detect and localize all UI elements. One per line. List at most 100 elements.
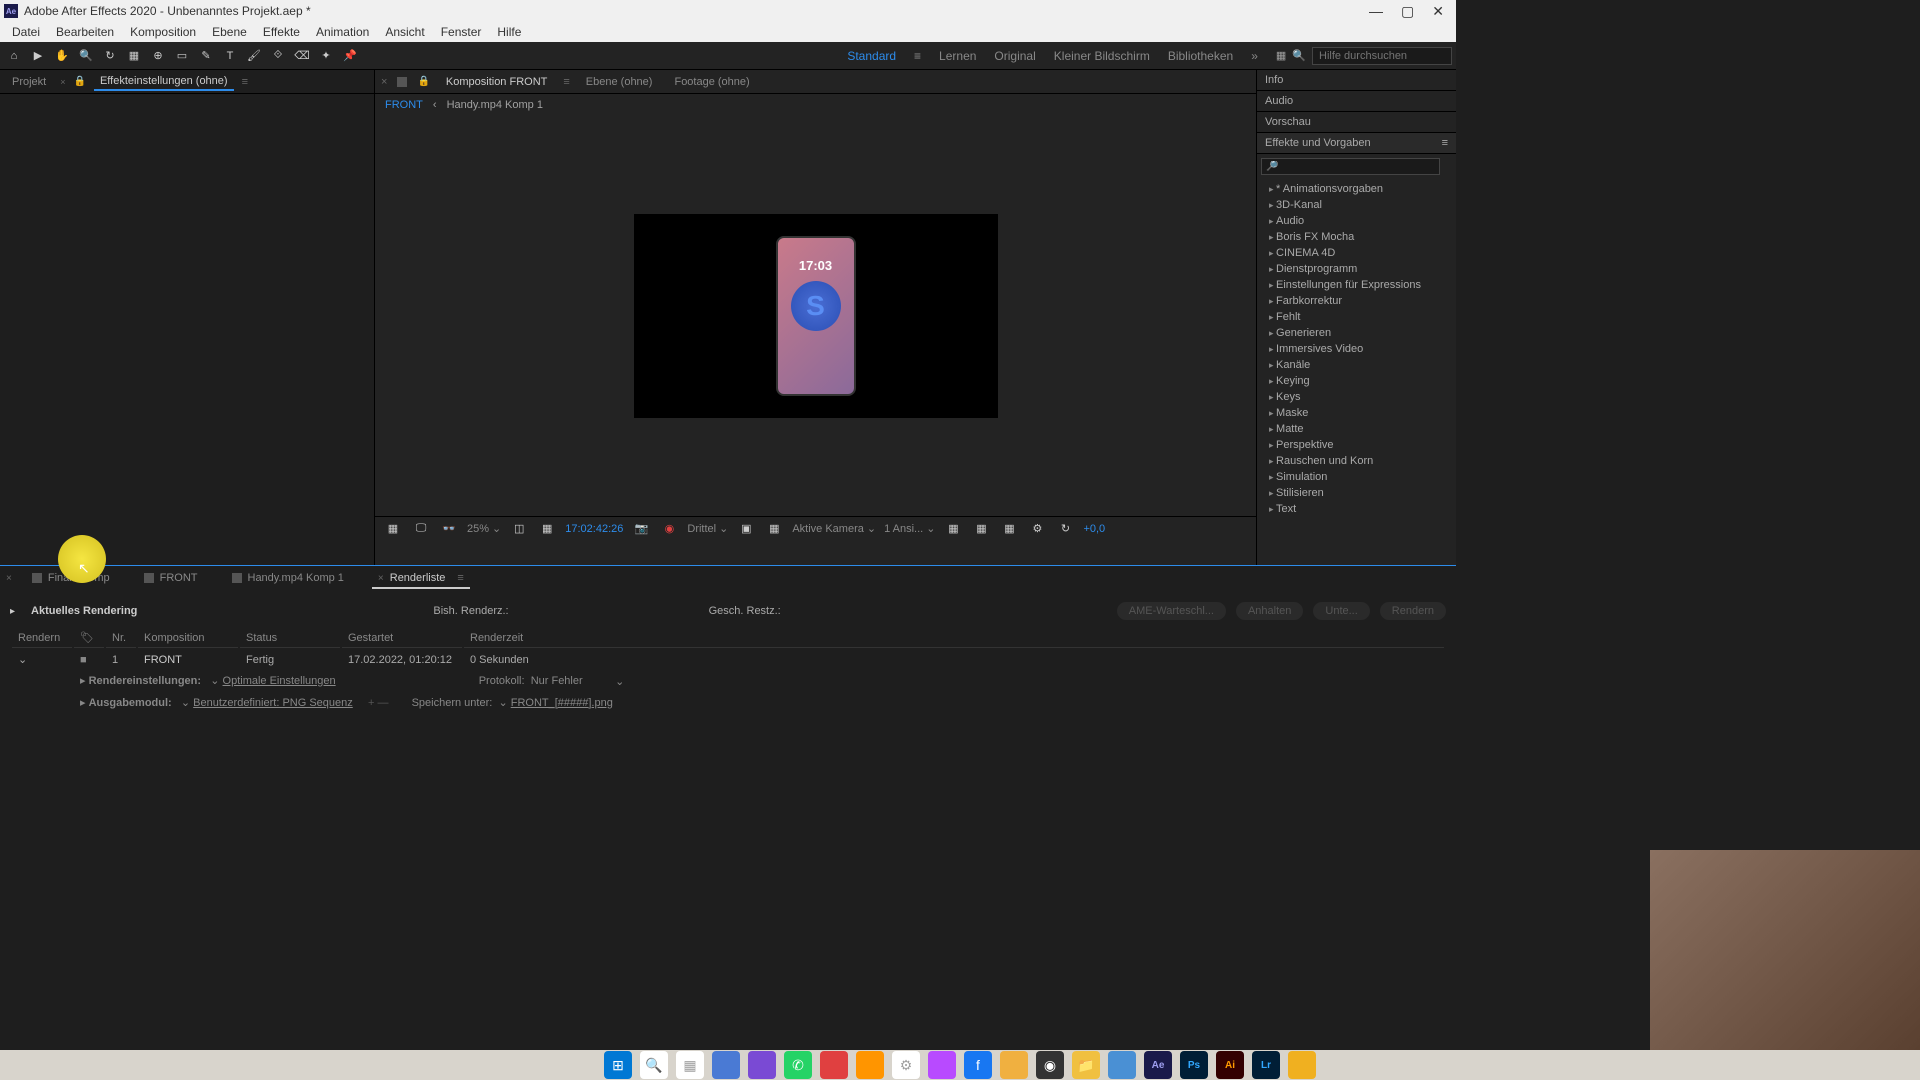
comp-tab-front[interactable]: Komposition FRONT <box>440 74 553 90</box>
render-settings-value[interactable]: Optimale Einstellungen <box>223 675 336 687</box>
project-tab-close-icon[interactable]: × <box>60 77 65 87</box>
tab-handy[interactable]: Handy.mp4 Komp 1 <box>218 570 358 586</box>
tab-menu-icon[interactable]: ≡ <box>457 572 463 584</box>
workspace-original[interactable]: Original <box>994 49 1035 63</box>
timecode[interactable]: 17:02:42:26 <box>565 523 623 535</box>
expand-output-icon[interactable]: ▸ <box>80 697 86 709</box>
camera-dropdown[interactable]: Aktive Kamera ⌄ <box>792 522 876 535</box>
exposure-value[interactable]: +0,0 <box>1083 523 1105 535</box>
camera-tool-icon[interactable]: ▦ <box>124 46 144 66</box>
app-icon[interactable] <box>1108 1051 1136 1079</box>
zoom-tool-icon[interactable]: 🔍 <box>76 46 96 66</box>
views-dropdown[interactable]: 1 Ansi... ⌄ <box>884 522 935 535</box>
snapshot-icon[interactable]: 📷 <box>631 519 651 539</box>
effect-category[interactable]: Keys <box>1265 389 1448 405</box>
alpha-icon[interactable]: ▦ <box>383 519 403 539</box>
menu-bearbeiten[interactable]: Bearbeiten <box>48 25 122 39</box>
grid-icon[interactable]: ▦ <box>537 519 557 539</box>
effect-category[interactable]: * Animationsvorgaben <box>1265 181 1448 197</box>
effect-category[interactable]: Matte <box>1265 421 1448 437</box>
expand-arrow-icon[interactable]: ▸ <box>10 606 15 617</box>
panel-toggle-icon[interactable]: ▦ <box>1276 49 1286 62</box>
app-icon[interactable] <box>820 1051 848 1079</box>
view1-icon[interactable]: ▦ <box>943 519 963 539</box>
protocol-dropdown[interactable]: Nur Fehler ⌄ <box>531 675 625 688</box>
menu-fenster[interactable]: Fenster <box>433 25 490 39</box>
col-render[interactable]: Rendern <box>12 628 72 648</box>
col-status[interactable]: Status <box>240 628 340 648</box>
effect-category[interactable]: CINEMA 4D <box>1265 245 1448 261</box>
menu-ebene[interactable]: Ebene <box>204 25 255 39</box>
tab-close-icon[interactable]: × <box>378 573 384 584</box>
tab-finale-komp[interactable]: Finale Komp <box>18 570 124 586</box>
tab-close-icon[interactable]: × <box>6 573 12 584</box>
audio-panel-header[interactable]: Audio <box>1257 91 1456 112</box>
firefox-icon[interactable] <box>856 1051 884 1079</box>
col-nr[interactable]: Nr. <box>106 628 136 648</box>
brush-tool-icon[interactable]: 🖌 <box>244 46 264 66</box>
comp-lock-icon[interactable]: 🔒 <box>417 76 429 87</box>
render-button[interactable]: Rendern <box>1380 602 1446 620</box>
menu-datei[interactable]: Datei <box>4 25 48 39</box>
comp-tab-close-icon[interactable]: × <box>381 76 387 88</box>
effect-category[interactable]: Immersives Video <box>1265 341 1448 357</box>
hand-tool-icon[interactable]: ✋ <box>52 46 72 66</box>
screen-icon[interactable]: 🖵 <box>411 519 431 539</box>
effect-category[interactable]: Maske <box>1265 405 1448 421</box>
app-icon[interactable] <box>748 1051 776 1079</box>
render-row[interactable]: ⌄ ■ 1 FRONT Fertig 17.02.2022, 01:20:12 … <box>12 650 1444 669</box>
mask-icon[interactable]: 👓 <box>439 519 459 539</box>
workspace-standard[interactable]: Standard <box>847 49 896 63</box>
windows-start-icon[interactable]: ⊞ <box>604 1051 632 1079</box>
app-icon[interactable] <box>1000 1051 1028 1079</box>
app-icon[interactable] <box>1288 1051 1316 1079</box>
menu-hilfe[interactable]: Hilfe <box>489 25 529 39</box>
roto-tool-icon[interactable]: ✦ <box>316 46 336 66</box>
anchor-tool-icon[interactable]: ⊕ <box>148 46 168 66</box>
effects-search-input[interactable] <box>1261 158 1440 175</box>
search-icon[interactable]: 🔍 <box>640 1051 668 1079</box>
col-komposition[interactable]: Komposition <box>138 628 238 648</box>
effect-category[interactable]: Fehlt <box>1265 309 1448 325</box>
quality-dropdown[interactable]: Drittel ⌄ <box>687 522 728 535</box>
stop-button[interactable]: Unte... <box>1313 602 1369 620</box>
resolution-icon[interactable]: ◫ <box>509 519 529 539</box>
maximize-icon[interactable]: ▢ <box>1401 3 1414 20</box>
workspace-lernen[interactable]: Lernen <box>939 49 976 63</box>
comp-tab-menu-icon[interactable]: ≡ <box>563 76 569 88</box>
output-module-value[interactable]: Benutzerdefiniert: PNG Sequenz <box>193 697 353 709</box>
eraser-tool-icon[interactable]: ⌫ <box>292 46 312 66</box>
lightroom-icon[interactable]: Lr <box>1252 1051 1280 1079</box>
project-tab[interactable]: Projekt <box>6 74 52 90</box>
shape-tool-icon[interactable]: ▭ <box>172 46 192 66</box>
region-icon[interactable]: ▣ <box>736 519 756 539</box>
workspace-menu-icon[interactable]: ≡ <box>914 49 921 63</box>
home-icon[interactable]: ⌂ <box>4 46 24 66</box>
transparency-icon[interactable]: ▦ <box>764 519 784 539</box>
expand-icon[interactable]: ⌄ <box>18 654 27 666</box>
minimize-icon[interactable]: — <box>1369 3 1383 20</box>
app-icon[interactable]: ⚙ <box>892 1051 920 1079</box>
effect-category[interactable]: Keying <box>1265 373 1448 389</box>
ame-queue-button[interactable]: AME-Warteschl... <box>1117 602 1226 620</box>
menu-komposition[interactable]: Komposition <box>122 25 204 39</box>
refresh-icon[interactable]: ↻ <box>1055 519 1075 539</box>
facebook-icon[interactable]: f <box>964 1051 992 1079</box>
view4-icon[interactable]: ⚙ <box>1027 519 1047 539</box>
tab-front[interactable]: FRONT <box>130 570 212 586</box>
panel-menu-icon[interactable]: ≡ <box>242 76 248 88</box>
breadcrumb-handy[interactable]: Handy.mp4 Komp 1 <box>447 99 543 111</box>
effect-category[interactable]: 3D-Kanal <box>1265 197 1448 213</box>
save-path-value[interactable]: FRONT_[#####].png <box>511 697 613 709</box>
rotate-tool-icon[interactable]: ↻ <box>100 46 120 66</box>
photoshop-icon[interactable]: Ps <box>1180 1051 1208 1079</box>
messenger-icon[interactable] <box>928 1051 956 1079</box>
menu-effekte[interactable]: Effekte <box>255 25 308 39</box>
obs-icon[interactable]: ◉ <box>1036 1051 1064 1079</box>
effect-category[interactable]: Einstellungen für Expressions <box>1265 277 1448 293</box>
effect-category[interactable]: Audio <box>1265 213 1448 229</box>
illustrator-icon[interactable]: Ai <box>1216 1051 1244 1079</box>
effect-category[interactable]: Rauschen und Korn <box>1265 453 1448 469</box>
render-settings-dropdown-icon[interactable]: ⌄ <box>210 675 219 687</box>
expand-settings-icon[interactable]: ▸ <box>80 675 86 687</box>
